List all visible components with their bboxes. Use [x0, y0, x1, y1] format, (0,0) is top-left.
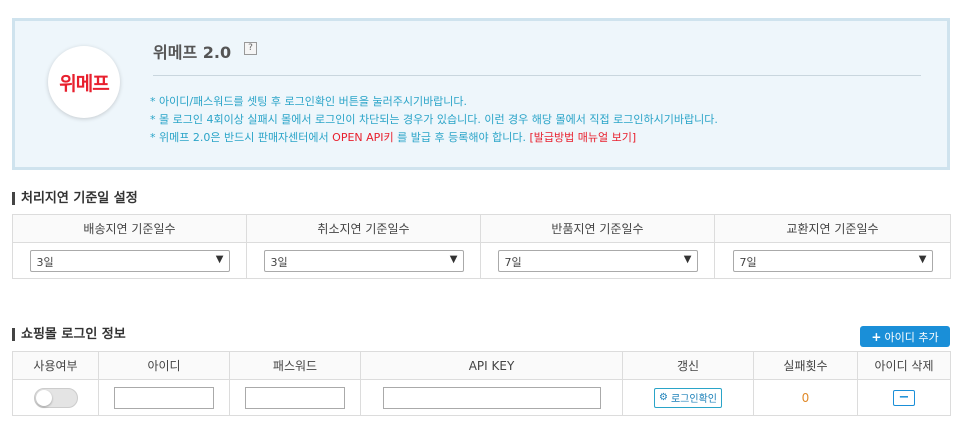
chevron-down-icon: ▼ — [918, 253, 927, 265]
header-cancel-delay: 취소지연 기준일수 — [246, 214, 481, 243]
chevron-down-icon: ▼ — [683, 253, 692, 265]
divider — [153, 75, 921, 76]
mall-title: 위메프 2.0 — [153, 43, 232, 62]
password-input[interactable] — [245, 386, 345, 409]
select-value: 7일 — [504, 255, 522, 269]
select-value: 7일 — [739, 255, 757, 269]
shipping-delay-select[interactable]: 3일 ▼ — [29, 249, 230, 272]
cell-exchange-delay: 7일 ▼ — [714, 242, 951, 279]
add-id-button[interactable]: + 아이디 추가 — [860, 326, 950, 347]
mall-info-panel: 위메프 위메프 2.0 ? * 아이디/패스워드를 셋팅 후 로그인확인 버튼을… — [12, 18, 950, 170]
chevron-down-icon: ▼ — [215, 253, 224, 265]
return-delay-select[interactable]: 7일 ▼ — [497, 249, 698, 272]
cell-api-key — [360, 379, 623, 416]
delay-settings-table: 배송지연 기준일수 취소지연 기준일수 반품지연 기준일수 교환지연 기준일수 … — [12, 214, 951, 279]
select-value: 3일 — [270, 255, 288, 269]
note-line: * 아이디/패스워드를 셋팅 후 로그인확인 버튼을 눌러주시기바랍니다. — [150, 95, 468, 108]
table-row: ⚙ 로그인확인 0 − — [12, 379, 951, 416]
help-icon[interactable]: ? — [244, 42, 257, 55]
login-check-button[interactable]: ⚙ 로그인확인 — [654, 387, 722, 408]
note-text: 를 발급 후 등록해야 합니다. — [393, 131, 530, 144]
api-key-input[interactable] — [382, 386, 601, 409]
chevron-down-icon: ▼ — [449, 253, 458, 265]
note-line: * 위메프 2.0은 반드시 판매자센터에서 OPEN API키 를 발급 후 … — [150, 129, 718, 147]
header-password: 패스워드 — [229, 351, 361, 380]
mall-logo: 위메프 — [48, 46, 120, 118]
cancel-delay-select[interactable]: 3일 ▼ — [263, 249, 464, 272]
notes-block: * 아이디/패스워드를 셋팅 후 로그인확인 버튼을 눌러주시기바랍니다. * … — [150, 93, 718, 147]
cell-id — [98, 379, 230, 416]
id-input[interactable] — [114, 386, 214, 409]
cell-use-toggle — [12, 379, 99, 416]
toggle-knob — [35, 389, 52, 406]
cell-refresh: ⚙ 로그인확인 — [622, 379, 754, 416]
header-shipping-delay: 배송지연 기준일수 — [12, 214, 247, 243]
header-exchange-delay: 교환지연 기준일수 — [714, 214, 951, 243]
api-key-highlight: OPEN API키 — [332, 131, 394, 144]
login-info-table: 사용여부 아이디 패스워드 API KEY 갱신 실패횟수 아이디 삭제 ⚙ 로… — [12, 351, 951, 416]
cell-password — [229, 379, 361, 416]
fail-count-value: 0 — [801, 390, 810, 405]
exchange-delay-select[interactable]: 7일 ▼ — [732, 249, 933, 272]
cell-fail-count: 0 — [753, 379, 858, 416]
add-id-label: 아이디 추가 — [884, 330, 939, 344]
header-return-delay: 반품지연 기준일수 — [480, 214, 715, 243]
cell-delete: − — [857, 379, 951, 416]
header-fail-count: 실패횟수 — [753, 351, 858, 380]
login-check-label: 로그인확인 — [670, 394, 717, 405]
mall-logo-text: 위메프 — [59, 72, 109, 95]
gear-icon: ⚙ — [659, 392, 668, 403]
note-line: * 몰 로그인 4회이상 실패시 몰에서 로그인이 차단되는 경우가 있습니다.… — [150, 113, 718, 126]
note-text: * 위메프 2.0은 반드시 판매자센터에서 — [150, 131, 333, 144]
cell-shipping-delay: 3일 ▼ — [12, 242, 247, 279]
select-value: 3일 — [36, 255, 54, 269]
delete-id-button[interactable]: − — [893, 389, 915, 406]
use-toggle[interactable] — [33, 387, 78, 408]
manual-link[interactable]: [발급방법 매뉴얼 보기] — [529, 131, 636, 144]
header-delete-id: 아이디 삭제 — [857, 351, 951, 380]
header-refresh: 갱신 — [622, 351, 754, 380]
section-title-login: 쇼핑몰 로그인 정보 — [12, 328, 126, 341]
header-api-key: API KEY — [360, 351, 623, 380]
cell-return-delay: 7일 ▼ — [480, 242, 715, 279]
section-title-delay: 처리지연 기준일 설정 — [12, 192, 138, 205]
header-id: 아이디 — [98, 351, 230, 380]
header-use: 사용여부 — [12, 351, 99, 380]
plus-icon: + — [871, 329, 882, 344]
cell-cancel-delay: 3일 ▼ — [246, 242, 481, 279]
